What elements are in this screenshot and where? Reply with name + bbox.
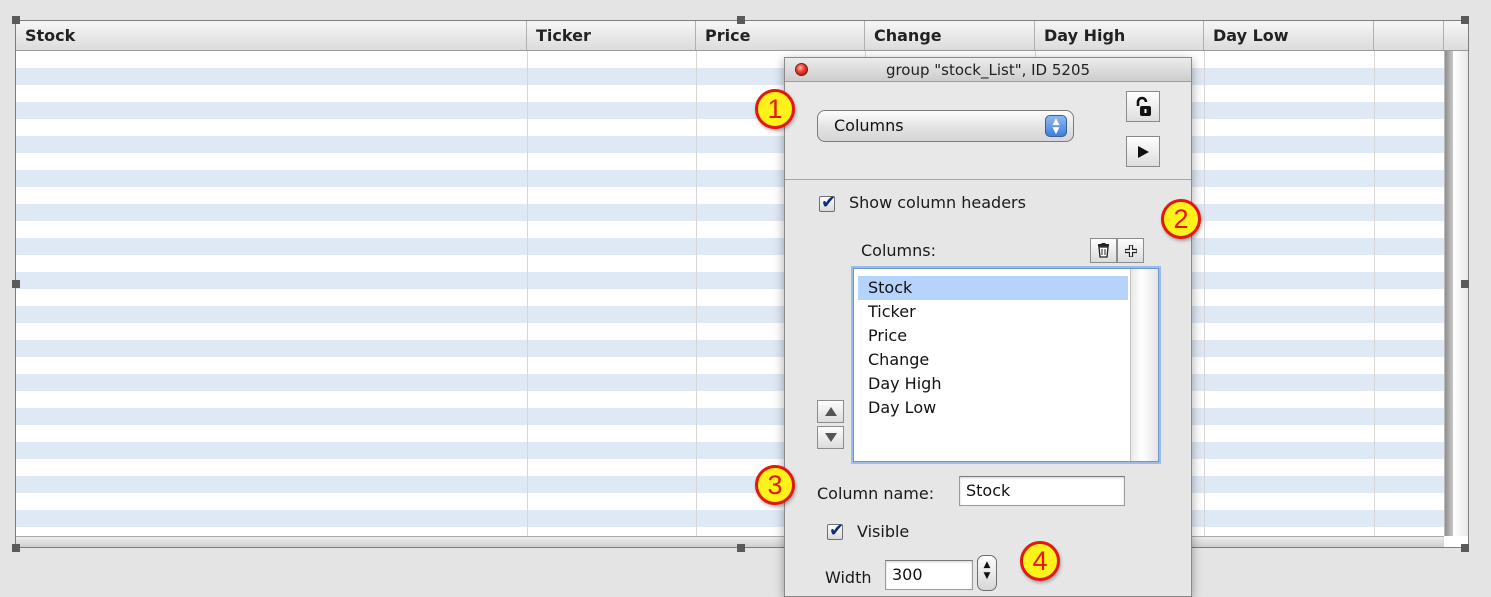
table-header: Stock Ticker Price Change Day High Day L… <box>16 21 1468 51</box>
callout-3: 3 <box>755 465 795 505</box>
resize-handle[interactable] <box>737 16 745 24</box>
list-item[interactable]: Price <box>858 324 1128 348</box>
list-item[interactable]: Change <box>858 348 1128 372</box>
section-popup-label: Columns <box>834 116 904 135</box>
visible-checkbox[interactable]: ✔ <box>827 520 844 541</box>
lock-button[interactable] <box>1126 91 1160 122</box>
resize-handle[interactable] <box>737 544 745 552</box>
table-vertical-scrollbar[interactable] <box>1444 51 1468 536</box>
property-inspector: group "stock_List", ID 5205 Columns ▲ ▼ ✔… <box>784 57 1192 597</box>
header-price[interactable]: Price <box>696 21 865 50</box>
table-horizontal-scrollbar[interactable] <box>16 536 1444 547</box>
inspector-title: group "stock_List", ID 5205 <box>885 61 1091 79</box>
move-down-button[interactable] <box>817 426 844 449</box>
list-scrollbar[interactable] <box>1130 269 1158 461</box>
column-name-field[interactable]: Stock <box>959 476 1125 506</box>
callout-2: 2 <box>1161 199 1201 239</box>
visible-label: Visible <box>857 522 910 541</box>
inspector-toolbar: Columns ▲ ▼ <box>785 82 1191 180</box>
resize-handle[interactable] <box>12 280 20 288</box>
resize-handle[interactable] <box>1461 544 1469 552</box>
table-body[interactable] <box>16 51 1444 536</box>
close-icon[interactable] <box>795 63 808 76</box>
move-up-button[interactable] <box>817 400 844 423</box>
width-label: Width <box>825 568 872 587</box>
show-headers-label: Show column headers <box>849 193 1026 212</box>
header-empty <box>1374 21 1444 50</box>
trash-icon <box>1098 243 1109 258</box>
run-button[interactable] <box>1126 136 1160 167</box>
show-headers-checkbox[interactable]: ✔ <box>819 192 836 213</box>
header-stock[interactable]: Stock <box>16 21 527 50</box>
resize-handle[interactable] <box>1461 16 1469 24</box>
list-item[interactable]: Day High <box>858 372 1128 396</box>
chevron-updown-icon: ▲ ▼ <box>1045 115 1067 137</box>
list-item[interactable]: Day Low <box>858 396 1128 420</box>
checkmark-icon: ✔ <box>829 520 845 541</box>
columns-label: Columns: <box>861 241 936 260</box>
column-divider <box>527 51 528 536</box>
stepper-up-icon[interactable]: ▲ <box>984 560 991 570</box>
arrow-down-icon <box>824 433 837 442</box>
callout-1: 1 <box>755 89 795 129</box>
unlock-icon <box>1136 96 1151 116</box>
columns-list[interactable]: Stock Ticker Price Change Day High Day L… <box>853 268 1159 462</box>
inspector-titlebar[interactable]: group "stock_List", ID 5205 <box>785 58 1191 82</box>
callout-4: 4 <box>1020 541 1060 581</box>
width-stepper[interactable]: ▲ ▼ <box>977 555 997 591</box>
delete-column-button[interactable] <box>1090 238 1117 263</box>
resize-handle[interactable] <box>1461 280 1469 288</box>
arrow-up-icon <box>824 407 837 416</box>
column-divider <box>696 51 697 536</box>
column-name-label: Column name: <box>817 484 935 503</box>
column-divider <box>1374 51 1375 536</box>
scroll-thumb[interactable] <box>1445 51 1453 536</box>
list-item[interactable]: Ticker <box>858 300 1128 324</box>
resize-handle[interactable] <box>12 16 20 24</box>
width-field[interactable]: 300 <box>885 560 973 590</box>
section-popup-menu[interactable]: Columns ▲ ▼ <box>817 110 1074 142</box>
header-change[interactable]: Change <box>865 21 1035 50</box>
add-column-button[interactable] <box>1117 238 1144 263</box>
resize-handle[interactable] <box>12 544 20 552</box>
header-day-low[interactable]: Day Low <box>1204 21 1374 50</box>
stepper-down-icon[interactable]: ▼ <box>984 571 991 581</box>
data-table[interactable]: Stock Ticker Price Change Day High Day L… <box>15 20 1469 548</box>
play-icon <box>1138 146 1149 158</box>
add-icon <box>1123 244 1138 258</box>
header-ticker[interactable]: Ticker <box>527 21 696 50</box>
header-day-high[interactable]: Day High <box>1035 21 1204 50</box>
list-item[interactable]: Stock <box>858 276 1128 300</box>
checkmark-icon: ✔ <box>821 192 837 213</box>
column-divider <box>1204 51 1205 536</box>
